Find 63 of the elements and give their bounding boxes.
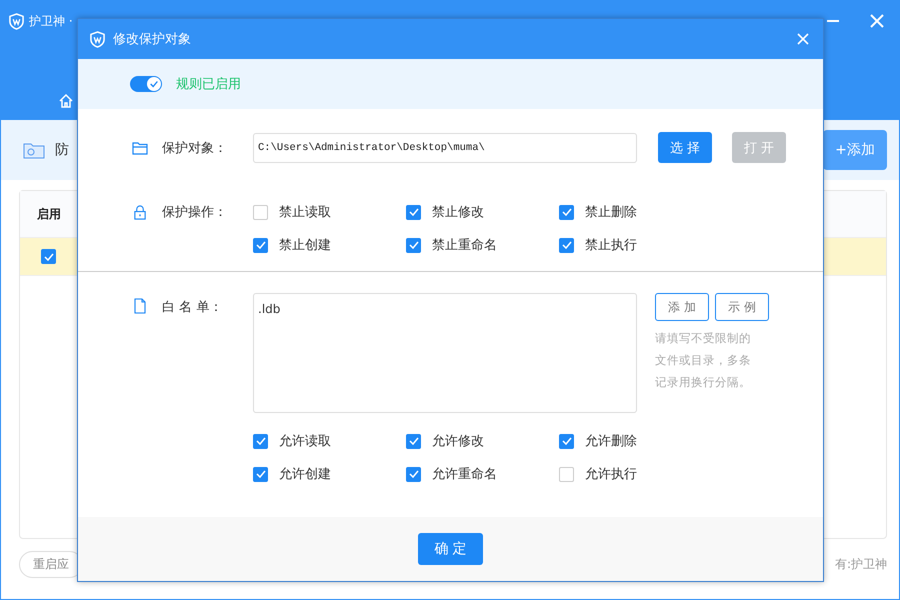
checkbox-label: 禁止删除: [585, 204, 637, 221]
checkbox-label: 允许重命名: [432, 466, 497, 483]
confirm-button[interactable]: 确 定: [418, 533, 483, 565]
checkbox[interactable]: [559, 204, 574, 220]
select-button[interactable]: 选 择: [658, 132, 712, 163]
dialog-title: 修改保护对象: [113, 31, 191, 48]
checkbox[interactable]: [406, 238, 421, 252]
field-label: 保护对象：: [162, 140, 228, 156]
check-icon: [149, 79, 159, 89]
checkbox[interactable]: [253, 238, 268, 252]
column-header: 启用: [37, 206, 61, 222]
example-button[interactable]: 示 例: [715, 293, 769, 321]
hint-text: 请填写不受限制的文件或目录，多条记录用换行分隔。: [655, 330, 752, 391]
check-icon: [560, 206, 572, 218]
folder-icon: [132, 140, 148, 154]
check-icon: [254, 435, 266, 447]
checkbox[interactable]: [406, 434, 421, 448]
checkbox[interactable]: [253, 434, 268, 448]
checkbox[interactable]: [559, 238, 574, 252]
field-label: 白 名 单：: [162, 299, 224, 316]
check-icon: [560, 435, 572, 447]
checkbox-label: 允许读取: [279, 433, 331, 450]
check-icon: [408, 206, 420, 218]
checkbox[interactable]: [559, 434, 574, 448]
whitelist-field[interactable]: .ldb: [253, 293, 637, 413]
checkbox[interactable]: [406, 466, 421, 482]
copyright-text: 有:护卫神: [834, 556, 887, 573]
check-icon: [254, 468, 266, 480]
path-field[interactable]: C:\Users\Administrator\Desktop\muma\: [253, 132, 637, 162]
checkbox-label: 允许删除: [585, 433, 637, 450]
checkbox[interactable]: [253, 466, 268, 482]
check-icon: [254, 239, 266, 251]
home-icon[interactable]: [58, 93, 74, 109]
checkbox[interactable]: [253, 204, 268, 220]
check-icon: [408, 468, 420, 480]
close-icon[interactable]: [869, 13, 885, 29]
checkbox-label: 禁止重命名: [432, 237, 497, 254]
checkbox-label: 允许执行: [585, 466, 637, 483]
window-title: 护卫神 ·: [29, 12, 73, 30]
checkbox-label: 禁止执行: [585, 237, 637, 254]
toggle-switch[interactable]: [130, 76, 162, 92]
close-icon[interactable]: [797, 33, 809, 45]
checkbox-label: 禁止修改: [432, 204, 484, 221]
checkbox-label: 允许修改: [432, 433, 484, 450]
rule-status-label: 规则已启用: [176, 76, 241, 93]
shield-logo-icon: [9, 12, 24, 30]
checkbox-label: 允许创建: [279, 466, 331, 483]
checkbox-label: 禁止创建: [279, 237, 331, 254]
checkbox[interactable]: [41, 249, 56, 264]
section-title: 防: [55, 141, 69, 159]
check-icon: [408, 435, 420, 447]
lock-icon: [132, 205, 148, 220]
checkbox[interactable]: [559, 466, 574, 482]
checkbox[interactable]: [406, 204, 421, 220]
check-icon: [42, 250, 54, 262]
check-icon: [408, 239, 420, 251]
field-label: 保护操作：: [162, 204, 228, 221]
add-button[interactable]: 添 加: [655, 293, 709, 321]
check-icon: [560, 239, 572, 251]
checkbox-label: 禁止读取: [279, 204, 331, 221]
shield-logo-icon: [90, 30, 105, 48]
add-button[interactable]: +添加: [823, 130, 887, 170]
document-icon: [132, 298, 148, 314]
